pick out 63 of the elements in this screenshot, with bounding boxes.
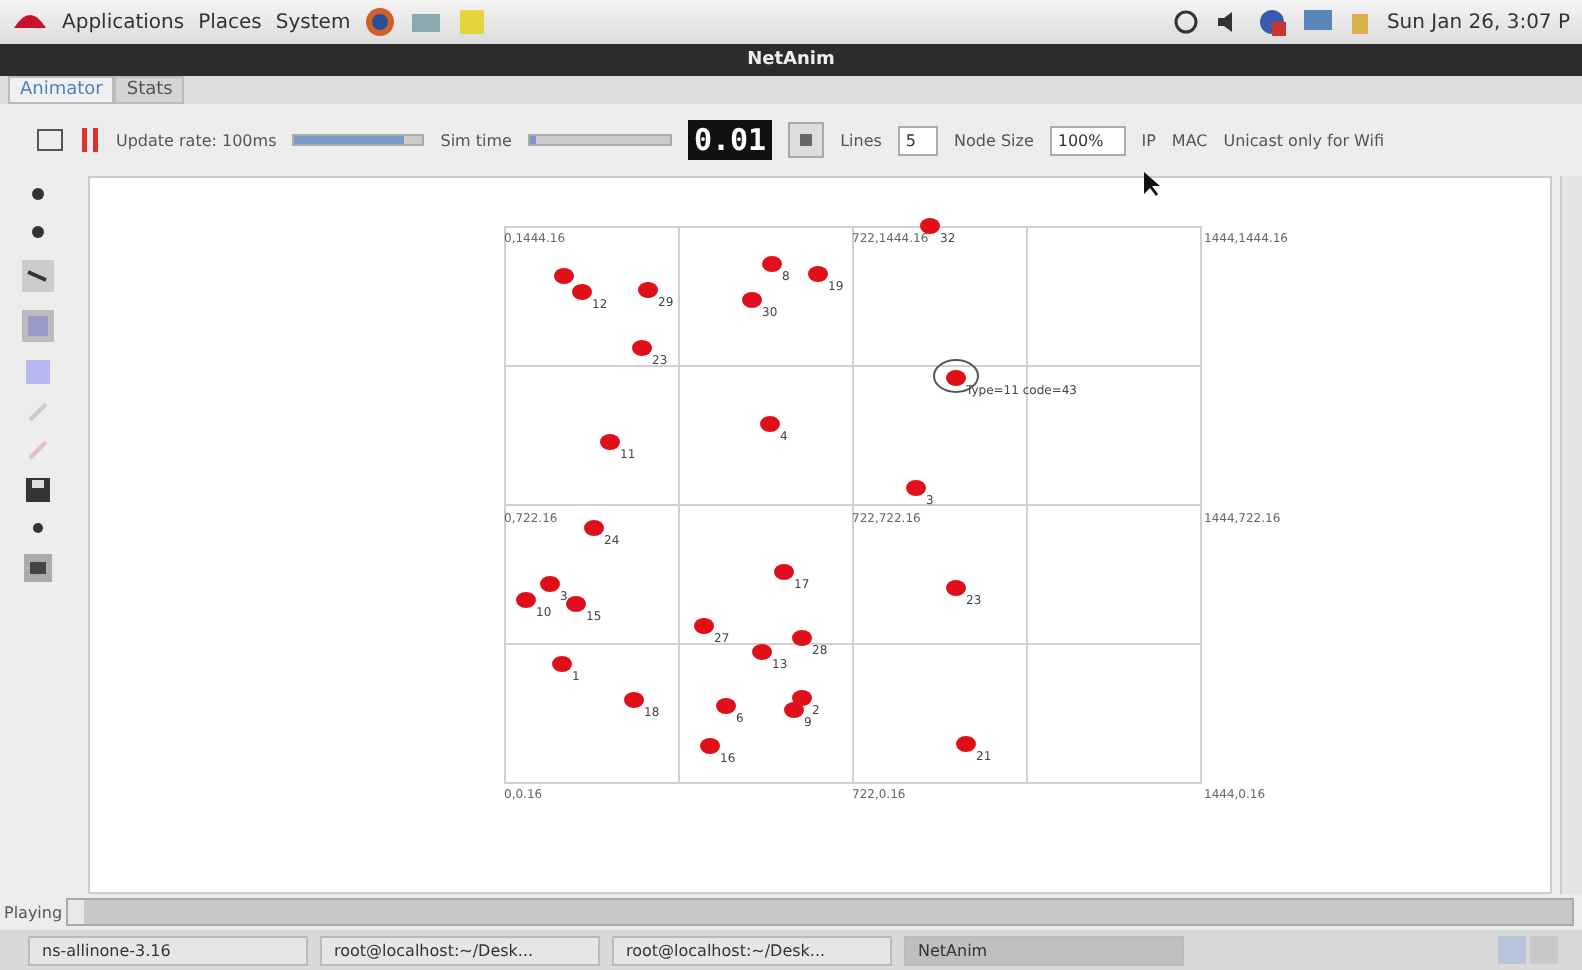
node	[946, 580, 966, 596]
unicast-button[interactable]: Unicast only for Wifi	[1223, 131, 1385, 149]
node	[792, 630, 812, 646]
node	[906, 480, 926, 496]
taskbar-button[interactable]: NetAnim	[904, 935, 1184, 965]
sim-time-slider[interactable]	[527, 134, 672, 146]
node	[920, 218, 940, 234]
status-label: Playing	[4, 903, 63, 921]
square-icon	[798, 132, 815, 148]
tab[interactable]: Stats	[114, 76, 185, 104]
node	[946, 370, 966, 386]
node	[552, 656, 572, 672]
node	[600, 434, 620, 450]
node	[700, 738, 720, 754]
panel-menu[interactable]: System	[275, 11, 351, 33]
tab[interactable]: Animator	[8, 76, 115, 104]
scrollbar[interactable]	[1560, 176, 1582, 894]
taskbar-button[interactable]: root@localhost:~/Desk...	[612, 935, 892, 965]
power-icon[interactable]	[1172, 8, 1201, 36]
node	[762, 256, 782, 272]
pen-icon[interactable]	[22, 260, 54, 292]
node	[752, 644, 772, 660]
node	[584, 520, 604, 536]
node	[632, 340, 652, 356]
node	[956, 736, 976, 752]
node	[638, 282, 658, 298]
lines-spinner[interactable]: 5	[897, 125, 939, 155]
node-size-label: Node Size	[954, 131, 1034, 149]
zoom-out-icon[interactable]	[28, 222, 48, 242]
save-icon[interactable]	[26, 478, 50, 502]
node	[716, 698, 736, 714]
panel-menu[interactable]: Applications	[62, 11, 185, 33]
zoom-in-icon[interactable]	[28, 184, 48, 204]
pause-icon[interactable]	[80, 126, 100, 154]
taskbar-button[interactable]: ns-allinone-3.16	[28, 935, 308, 965]
taskbar-button[interactable]: root@localhost:~/Desk...	[320, 935, 600, 965]
update-rate-label: Update rate: 100ms	[116, 131, 277, 149]
zoom-button[interactable]	[788, 122, 825, 158]
update-rate-slider[interactable]	[292, 134, 425, 146]
panel-menu[interactable]: Places	[198, 11, 262, 33]
node	[516, 592, 536, 608]
mouse-pointer-icon	[1142, 170, 1162, 198]
node	[540, 576, 560, 592]
node-size-combo[interactable]: 100%	[1049, 125, 1126, 155]
node	[742, 292, 762, 308]
node	[624, 692, 644, 708]
mac-button[interactable]: MAC	[1171, 131, 1208, 149]
window-title: NetAnim	[747, 50, 835, 70]
node	[566, 596, 586, 612]
hat-icon[interactable]	[12, 10, 48, 34]
network-icon[interactable]	[1256, 6, 1289, 38]
globe-icon[interactable]	[364, 6, 397, 38]
node	[694, 618, 714, 634]
node	[774, 564, 794, 580]
lines-label: Lines	[840, 131, 882, 149]
clock[interactable]: Sun Jan 26, 3:07 P	[1386, 11, 1570, 33]
node	[760, 416, 780, 432]
dot-icon[interactable]	[30, 520, 46, 536]
time-display: 0.01	[687, 120, 773, 160]
window-icon[interactable]	[36, 128, 64, 152]
sim-time-label: Sim time	[440, 131, 512, 149]
ip-button[interactable]: IP	[1141, 131, 1156, 149]
node	[808, 266, 828, 282]
